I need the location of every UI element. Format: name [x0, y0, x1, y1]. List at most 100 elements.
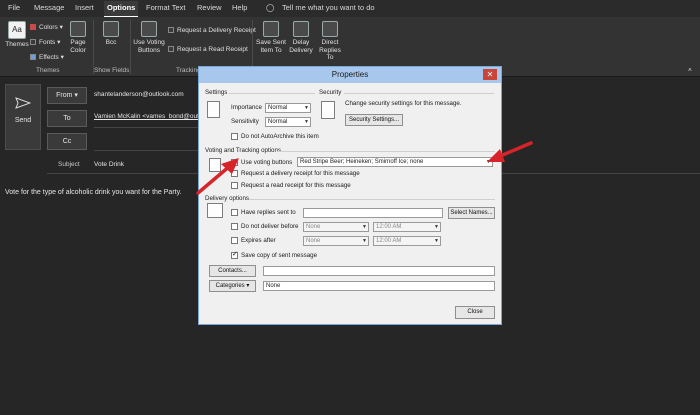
use-voting-label: Use voting buttons	[241, 159, 293, 166]
group-separator	[130, 20, 131, 74]
dialog-title: Properties	[331, 70, 369, 79]
colors-label: Colors	[39, 24, 58, 31]
do-not-deliver-checkbox[interactable]	[231, 223, 238, 230]
annotation-arrow-right	[487, 141, 533, 162]
importance-select[interactable]: Normal ▼	[265, 103, 311, 113]
from-button[interactable]: From ▾	[47, 87, 87, 104]
chevron-down-icon: ▼	[434, 224, 439, 230]
expires-date-select[interactable]: None ▼	[303, 236, 369, 246]
contacts-button[interactable]: Contacts...	[209, 265, 256, 277]
subject-input[interactable]: Vote Drink	[94, 161, 124, 168]
effects-button[interactable]: Effects ▾	[30, 53, 64, 61]
fonts-button[interactable]: Fonts ▾	[30, 38, 60, 46]
security-text: Change security settings for this messag…	[345, 100, 462, 107]
select-names-button[interactable]: Select Names...	[448, 207, 495, 219]
do-not-deliver-date-select[interactable]: None ▼	[303, 222, 369, 232]
sensitivity-select[interactable]: Normal ▼	[265, 117, 311, 127]
to-recipient[interactable]: Vamien McKalin <vames_bond@outlo	[94, 113, 204, 120]
chevron-down-icon: ▼	[304, 105, 309, 111]
group-separator	[93, 20, 94, 74]
security-header: Security	[319, 89, 342, 96]
page-color-label: Page Color	[70, 39, 86, 54]
request-delivery-receipt-checkbox[interactable]: Request a Delivery Receipt	[168, 27, 256, 34]
date-value: None	[306, 238, 321, 244]
collapse-ribbon-icon[interactable]: ˄	[688, 67, 692, 74]
time-value: 12:00 AM	[376, 224, 402, 230]
tab-message[interactable]: Message	[34, 3, 64, 12]
save-sent-icon	[263, 21, 279, 37]
fonts-icon	[30, 39, 36, 45]
subject-label: Subject	[58, 161, 80, 168]
no-autoarchive-label: Do not AutoArchive this item	[241, 133, 319, 140]
cc-underline	[94, 150, 198, 151]
divider	[277, 151, 495, 152]
divider	[344, 93, 494, 94]
chevron-down-icon: ▼	[304, 119, 309, 125]
request-read-label: Request a read receipt for this message	[241, 182, 351, 189]
save-sent-item-button[interactable]: Save Sent Item To	[256, 21, 286, 54]
annotation-arrow-left	[196, 158, 239, 195]
group-label-show-fields: Show Fields	[94, 67, 130, 74]
direct-replies-button[interactable]: Direct Replies To	[316, 21, 344, 62]
chevron-down-icon: ▼	[362, 238, 367, 244]
bcc-icon	[103, 21, 119, 37]
save-copy-checkbox[interactable]	[231, 250, 238, 259]
voting-options-combo[interactable]: Red Stripe Beer; Heineken; Smirnoff Ice;…	[297, 157, 493, 167]
checkbox-icon	[168, 27, 174, 33]
no-autoarchive-checkbox[interactable]	[231, 133, 238, 140]
subject-underline	[47, 173, 198, 174]
delay-delivery-button[interactable]: Delay Delivery	[288, 21, 314, 54]
close-icon[interactable]: ✕	[483, 69, 497, 80]
have-replies-checkbox[interactable]	[231, 209, 238, 216]
to-button[interactable]: To	[47, 110, 87, 127]
voting-options-value: Red Stripe Beer; Heineken; Smirnoff Ice;…	[300, 159, 424, 165]
sensitivity-label: Sensitivity	[231, 118, 259, 125]
page-color-button[interactable]: Page Color	[66, 21, 90, 54]
use-voting-buttons-button[interactable]: Use Voting Buttons	[132, 21, 166, 54]
time-value: 12:00 AM	[376, 238, 402, 244]
subject-underline-right	[502, 173, 700, 174]
fonts-label: Fonts	[39, 39, 56, 46]
effects-label: Effects	[39, 54, 59, 61]
tab-help[interactable]: Help	[232, 3, 247, 12]
request-read-receipt-checkbox[interactable]: Request a Read Receipt	[168, 46, 248, 53]
checkbox-icon	[168, 46, 174, 52]
tab-options[interactable]: Options	[104, 1, 139, 17]
categories-input[interactable]: None	[263, 281, 495, 291]
from-label: From	[56, 92, 73, 99]
colors-button[interactable]: Colors ▾	[30, 23, 63, 31]
replies-to-input[interactable]	[303, 208, 443, 218]
message-body[interactable]: Vote for the type of alcoholic drink you…	[5, 189, 182, 196]
send-label: Send	[14, 117, 32, 124]
cc-button[interactable]: Cc	[47, 133, 87, 150]
request-read-label: Request a Read Receipt	[177, 46, 248, 53]
security-settings-button[interactable]: Security Settings...	[345, 114, 403, 126]
save-copy-label: Save copy of sent message	[241, 252, 318, 259]
settings-header: Settings	[205, 89, 228, 96]
group-label-tracking: Tracking	[176, 67, 201, 74]
tab-file[interactable]: File	[8, 3, 20, 12]
tab-insert[interactable]: Insert	[75, 3, 94, 12]
themes-button[interactable]: Aa Themes	[4, 21, 30, 49]
categories-button[interactable]: Categories ▾	[209, 280, 256, 292]
close-button[interactable]: Close	[455, 306, 495, 319]
send-button[interactable]: Send	[5, 84, 41, 150]
tab-review[interactable]: Review	[197, 3, 222, 12]
direct-replies-label: Direct Replies To	[319, 39, 341, 61]
effects-icon	[30, 54, 36, 60]
expires-time-select[interactable]: 12:00 AM ▼	[373, 236, 441, 246]
save-sent-label: Save Sent Item To	[256, 39, 286, 54]
expires-after-checkbox[interactable]	[231, 237, 238, 244]
bcc-button[interactable]: Bcc	[101, 21, 121, 47]
tab-format-text[interactable]: Format Text	[146, 3, 185, 12]
do-not-deliver-time-select[interactable]: 12:00 AM ▼	[373, 222, 441, 232]
divider	[249, 199, 495, 200]
voting-icon	[141, 21, 157, 37]
date-value: None	[306, 224, 321, 230]
bcc-label: Bcc	[105, 39, 117, 46]
lightbulb-icon: ◯	[266, 3, 275, 12]
tell-me-box[interactable]: Tell me what you want to do	[282, 3, 375, 12]
clock-icon	[293, 21, 309, 37]
contacts-input[interactable]	[263, 266, 495, 276]
voting-tracking-header: Voting and Tracking options	[205, 147, 282, 154]
